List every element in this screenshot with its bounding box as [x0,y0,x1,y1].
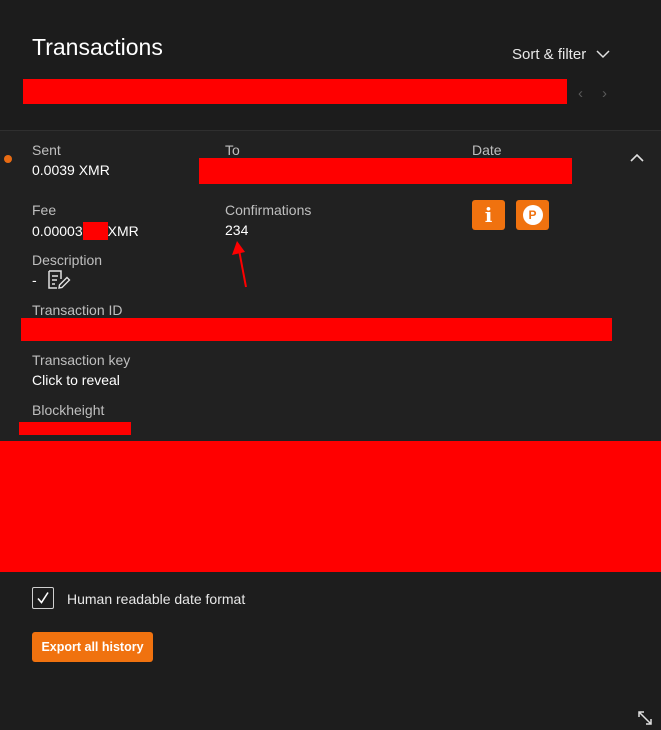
fee-label: Fee [32,202,57,218]
redacted-address [199,158,572,184]
info-button[interactable]: i [472,200,505,230]
confirmations-value: 234 [225,222,249,238]
sent-value: 0.0039 XMR [32,162,110,178]
fee-value-prefix: 0.00003 [32,223,83,239]
transaction-key-label: Transaction key [32,352,131,368]
fee-value: 0.00003 XMR [32,222,139,240]
redacted-region [0,441,661,572]
annotation-arrow-icon [232,241,247,288]
edit-note-icon[interactable] [47,269,71,291]
redacted-fee-digits [82,222,108,240]
sent-label: Sent [32,142,61,158]
export-history-button[interactable]: Export all history [32,632,153,662]
resize-icon[interactable] [637,710,653,726]
redacted-blockheight [19,422,131,435]
to-label: To [225,142,240,158]
sort-filter-label: Sort & filter [512,46,587,63]
description-label: Description [32,252,103,268]
payment-proof-icon: P [522,205,543,225]
pager-prev-button[interactable]: ‹ [578,85,583,102]
transaction-key-reveal[interactable]: Click to reveal [32,372,120,388]
sort-filter-button[interactable]: Sort & filter [512,46,610,63]
page-title: Transactions [32,34,163,60]
confirmations-label: Confirmations [225,202,312,218]
redacted-search-bar [23,79,567,104]
info-icon: i [484,203,493,227]
checkmark-icon [37,592,49,604]
human-readable-date-checkbox[interactable] [32,587,54,609]
blockheight-label: Blockheight [32,402,105,418]
chevron-down-icon [596,50,610,59]
pager-next-button[interactable]: › [602,85,607,102]
status-dot [4,155,12,163]
human-readable-date-label[interactable]: Human readable date format [67,591,245,607]
fee-value-suffix: XMR [107,223,139,239]
payment-proof-button[interactable]: P [516,200,549,230]
date-label: Date [472,142,502,158]
transaction-id-label: Transaction ID [32,302,123,318]
chevron-up-icon[interactable] [628,150,646,164]
redacted-transaction-id [21,318,612,341]
description-value: - [32,272,37,288]
